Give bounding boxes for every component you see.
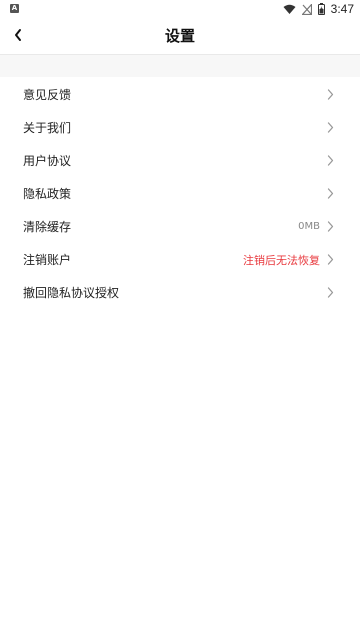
menu-item-about-us[interactable]: 关于我们 — [0, 111, 360, 144]
menu-item-revoke-privacy-consent[interactable]: 撤回隐私协议授权 — [0, 276, 360, 309]
menu-item-label: 隐私政策 — [23, 187, 72, 201]
menu-item-privacy-policy[interactable]: 隐私政策 — [0, 177, 360, 210]
menu-item-label: 清除缓存 — [23, 220, 72, 234]
cache-size-value: 0MB — [298, 221, 320, 232]
settings-list: 意见反馈 关于我们 用户协议 隐私政策 清除缓存 0MB 注销账户 注销后无法恢… — [0, 78, 360, 309]
menu-item-feedback[interactable]: 意见反馈 — [0, 78, 360, 111]
menu-item-label: 撤回隐私协议授权 — [23, 286, 120, 300]
wifi-icon — [283, 0, 296, 19]
page-title: 设置 — [164, 27, 195, 45]
chevron-right-icon — [326, 221, 334, 233]
no-signal-icon — [300, 0, 312, 19]
menu-item-delete-account[interactable]: 注销账户 注销后无法恢复 — [0, 243, 360, 276]
chevron-right-icon — [326, 188, 334, 200]
chevron-right-icon — [326, 254, 334, 266]
section-divider — [0, 55, 360, 77]
chevron-right-icon — [326, 122, 334, 134]
status-icons: 3:47 — [283, 1, 354, 17]
menu-item-user-agreement[interactable]: 用户协议 — [0, 144, 360, 177]
battery-icon — [317, 0, 325, 19]
menu-item-label: 注销账户 — [23, 253, 72, 267]
menu-item-label: 关于我们 — [23, 121, 72, 135]
app-notification-icon: A — [10, 4, 19, 13]
menu-item-label: 意见反馈 — [23, 88, 72, 102]
menu-item-clear-cache[interactable]: 清除缓存 0MB — [0, 210, 360, 243]
nav-bar: 设置 — [0, 18, 360, 55]
status-time: 3:47 — [330, 2, 354, 16]
chevron-right-icon — [326, 155, 334, 167]
status-bar: A 3:47 — [0, 0, 360, 18]
delete-account-warning: 注销后无法恢复 — [243, 253, 320, 267]
chevron-right-icon — [326, 89, 334, 101]
chevron-right-icon — [326, 287, 334, 299]
menu-item-label: 用户协议 — [23, 154, 72, 168]
